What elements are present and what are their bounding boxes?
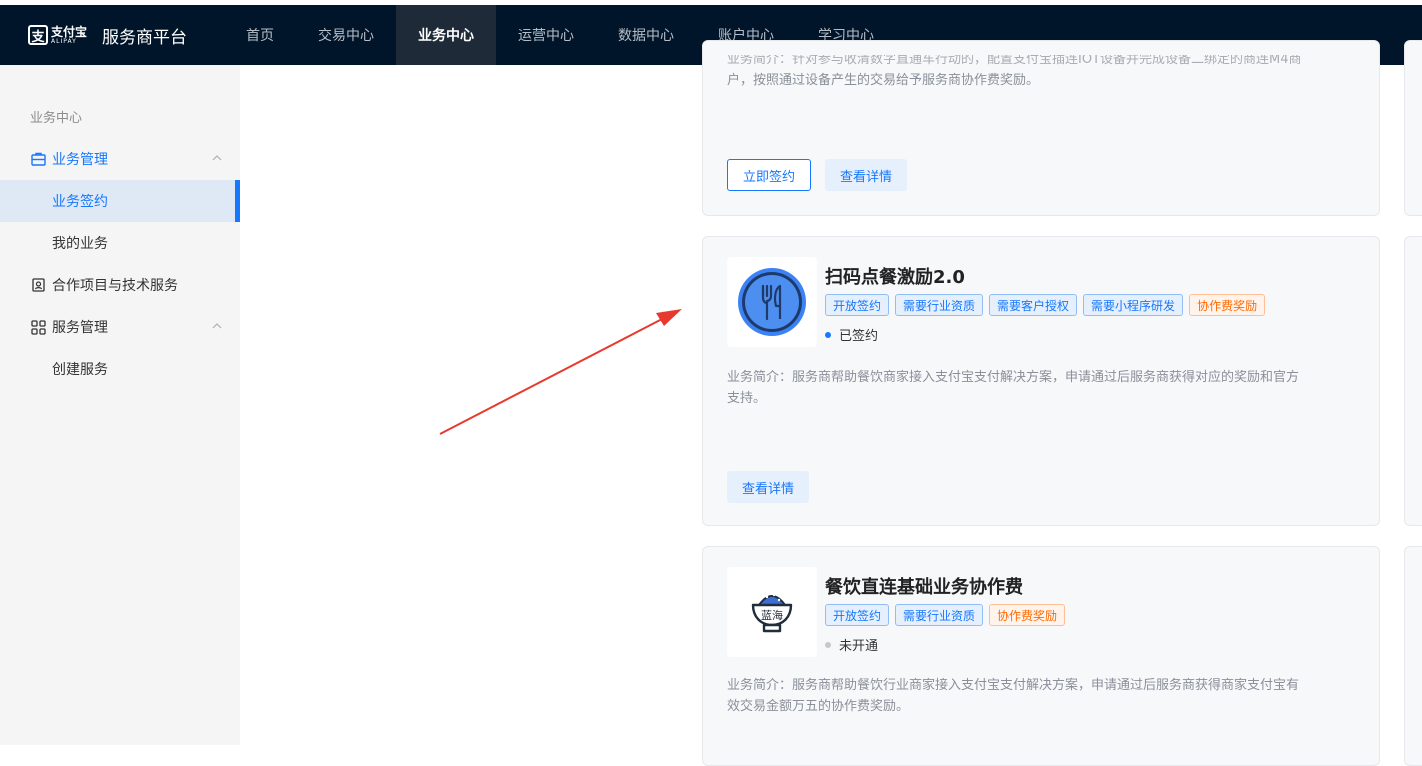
annotation-arrow-icon	[439, 309, 682, 435]
